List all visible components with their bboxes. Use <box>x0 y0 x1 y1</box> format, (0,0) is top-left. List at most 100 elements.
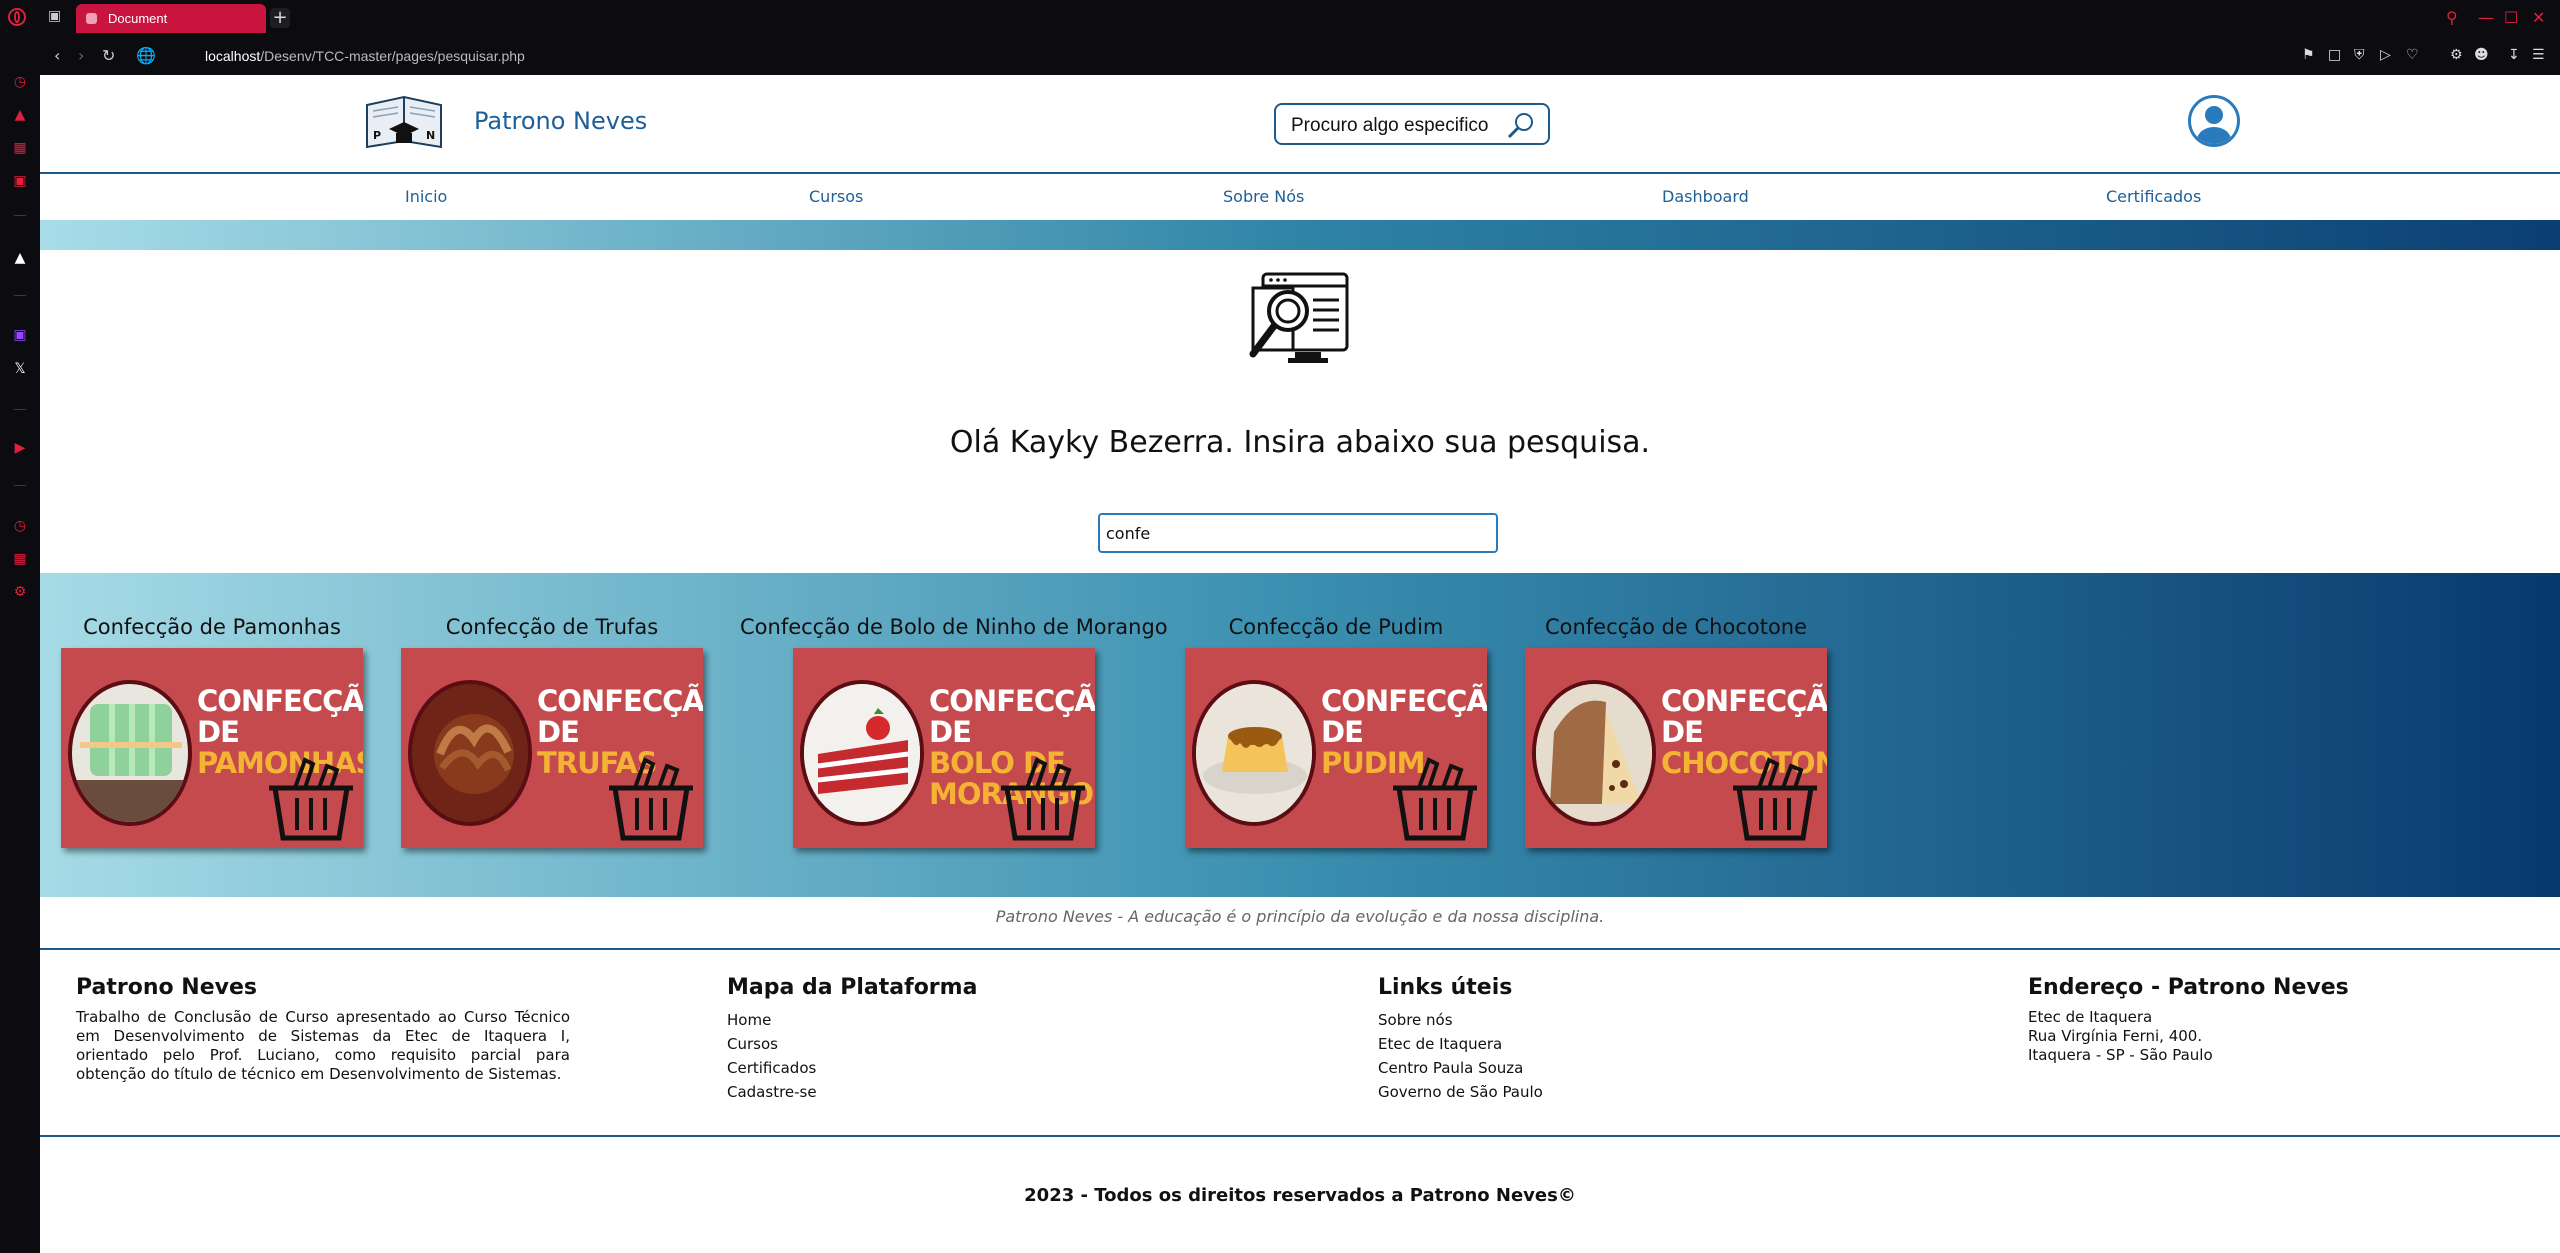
address-line: Etec de Itaquera <box>2028 1008 2153 1026</box>
footer-map: Mapa da Plataforma Home Cursos Certifica… <box>727 975 977 1104</box>
maximize-icon[interactable]: ☐ <box>2504 8 2518 27</box>
heart-icon[interactable]: ♡ <box>2406 47 2419 63</box>
basket-icon <box>1393 757 1477 841</box>
back-icon[interactable]: ‹ <box>54 46 60 65</box>
footer-link-paula-souza[interactable]: Centro Paula Souza <box>1378 1056 1543 1080</box>
truffle-photo <box>408 680 532 826</box>
footer-address: Endereço - Patrono Neves Etec de Itaquer… <box>2028 975 2349 1065</box>
x-icon[interactable]: 𝕏 <box>12 361 28 377</box>
address-bar: ‹ › ↻ 🌐 localhost/Desenv/TCC-master/page… <box>40 37 2560 75</box>
address-line: Itaquera - SP - São Paulo <box>2028 1046 2213 1064</box>
caption-line: CONFECÇÃO <box>929 684 1095 718</box>
extensions-icon[interactable]: ⚙ <box>2450 47 2463 63</box>
result-title[interactable]: Confecção de Chocotone <box>1525 615 1827 639</box>
caption-line: DE <box>1661 715 1704 749</box>
result-image[interactable]: CONFECÇÃO DE PAMONHAS <box>61 648 363 848</box>
search-tabs-icon[interactable]: ⚲ <box>2446 8 2458 27</box>
tab-title: Document <box>108 11 168 26</box>
easy-setup-icon[interactable]: ☰ <box>2532 47 2545 63</box>
logo-letter-p: P <box>373 129 381 142</box>
caption-line: DE <box>1321 715 1364 749</box>
menu-item-certificados[interactable]: Certificados <box>2106 187 2201 206</box>
menu-item-sobre-nos[interactable]: Sobre Nós <box>1223 187 1304 206</box>
browser-sidebar: ◷ ▲ ▦ ▣ ▲ ▣ 𝕏 ▶ ◷ ▦ ⚙ <box>0 37 40 1253</box>
player-icon[interactable]: ▶ <box>12 440 28 456</box>
bookmarks-icon[interactable]: ▦ <box>12 140 28 156</box>
snapshot-icon[interactable]: □ <box>2328 47 2341 63</box>
messenger-icon[interactable]: ▣ <box>12 173 28 189</box>
logo-icon[interactable]: P N <box>365 95 443 150</box>
footer-about-title: Patrono Neves <box>76 975 257 1000</box>
url-field[interactable]: localhost/Desenv/TCC-master/pages/pesqui… <box>205 48 525 64</box>
caption-line: CONFECÇÃO <box>1661 684 1827 718</box>
menu-item-inicio[interactable]: Inicio <box>405 187 447 206</box>
result-image[interactable]: CONFECÇÃO DE TRUFAS <box>401 648 703 848</box>
magnifier-icon <box>1507 113 1533 139</box>
search-button-label: Procuro algo especifico <box>1291 115 1489 136</box>
footer-link-etec[interactable]: Etec de Itaquera <box>1378 1032 1543 1056</box>
result-title[interactable]: Confecção de Pudim <box>1185 615 1487 639</box>
shield-icon[interactable]: ⛨ <box>2354 47 2365 63</box>
settings-icon[interactable]: ⚙ <box>12 584 28 600</box>
result-image[interactable]: CONFECÇÃO DE BOLO DE MORANGO <box>793 648 1095 848</box>
basket-icon <box>269 757 353 841</box>
menu-item-dashboard[interactable]: Dashboard <box>1662 187 1749 206</box>
sidebar-divider <box>14 295 26 296</box>
footer-link-cursos[interactable]: Cursos <box>727 1032 977 1056</box>
footer-link-certificados[interactable]: Certificados <box>727 1056 977 1080</box>
footer-useful-title: Links úteis <box>1378 975 1513 1000</box>
search-query-input[interactable] <box>1098 513 1498 553</box>
pin-icon[interactable]: ⚑ <box>2302 47 2315 63</box>
greeting: Olá Kayky Bezerra. Insira abaixo sua pes… <box>949 425 1651 460</box>
search-button[interactable]: Procuro algo especifico <box>1274 103 1550 145</box>
opera-logo-icon[interactable] <box>8 8 26 26</box>
footer-divider <box>40 1135 2560 1137</box>
result-title[interactable]: Confecção de Trufas <box>401 615 703 639</box>
footer-link-home[interactable]: Home <box>727 1008 977 1032</box>
play-icon[interactable]: ▷ <box>2380 47 2391 63</box>
caption-line: CONFECÇÃO <box>537 684 703 718</box>
result-image[interactable]: CONFECÇÃO DE CHOCOTONE <box>1525 648 1827 848</box>
gradient-band <box>40 220 2560 250</box>
sidebar-divider <box>14 215 26 216</box>
site-info-icon[interactable]: 🌐 <box>136 46 156 65</box>
minimize-icon[interactable]: — <box>2478 8 2494 27</box>
twitch-icon[interactable]: ▣ <box>12 327 28 343</box>
basket-icon <box>1001 757 1085 841</box>
caption-line: DE <box>537 715 580 749</box>
sidebar-divider <box>14 409 26 410</box>
history-icon[interactable]: ◷ <box>12 518 28 534</box>
result-title[interactable]: Confecção de Bolo de Ninho de Morango <box>740 615 1168 639</box>
footer-link-sobre-nos[interactable]: Sobre nós <box>1378 1008 1543 1032</box>
result-title[interactable]: Confecção de Pamonhas <box>61 615 363 639</box>
user-avatar-icon[interactable] <box>2188 95 2240 147</box>
caption-line: CONFECÇÃO <box>197 684 363 718</box>
profile-icon[interactable]: ☻ <box>2474 47 2489 63</box>
browser-titlebar: ▣ Document + ⚲ — ☐ ✕ <box>0 0 2560 37</box>
close-window-icon[interactable]: ✕ <box>2532 8 2545 27</box>
footer-useful: Links úteis Sobre nós Etec de Itaquera C… <box>1378 975 1543 1104</box>
footer-link-governo[interactable]: Governo de São Paulo <box>1378 1080 1543 1104</box>
basket-icon <box>1733 757 1817 841</box>
result-image[interactable]: CONFECÇÃO DE PUDIM <box>1185 648 1487 848</box>
extensions-sidebar-icon[interactable]: ▦ <box>12 551 28 567</box>
reload-icon[interactable]: ↻ <box>102 46 115 65</box>
footer-address-title: Endereço - Patrono Neves <box>2028 975 2349 1000</box>
footer-link-cadastre-se[interactable]: Cadastre-se <box>727 1080 977 1104</box>
site-title[interactable]: Patrono Neves <box>474 107 647 135</box>
browser-tab[interactable]: Document <box>76 4 266 33</box>
footer-divider <box>40 948 2560 950</box>
workspaces-icon[interactable]: ▣ <box>48 8 68 28</box>
url-host: localhost <box>205 48 261 64</box>
tab-favicon-icon <box>86 13 97 24</box>
forward-icon[interactable]: › <box>78 46 84 65</box>
app-icon[interactable]: ▲ <box>12 250 28 266</box>
aria-icon[interactable]: ▲ <box>12 107 28 123</box>
strawberry-cake-photo <box>800 680 924 826</box>
menu-item-cursos[interactable]: Cursos <box>809 187 863 206</box>
downloads-icon[interactable]: ↧ <box>2508 47 2520 63</box>
footer-about: Patrono Neves Trabalho de Conclusão de C… <box>76 975 570 1084</box>
speed-dial-icon[interactable]: ◷ <box>12 74 28 90</box>
new-tab-button[interactable]: + <box>270 8 290 28</box>
chocotone-photo <box>1532 680 1656 826</box>
